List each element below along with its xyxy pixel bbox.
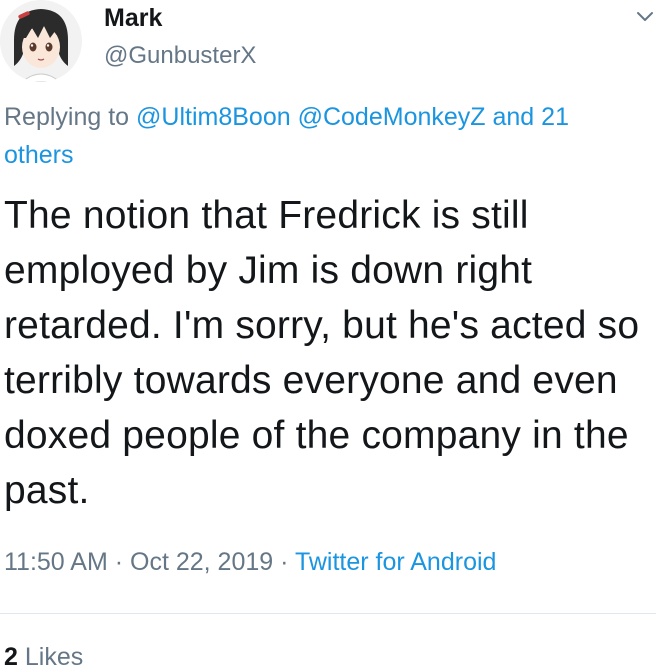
likes-label: Likes bbox=[24, 643, 84, 671]
tweet-date[interactable]: Oct 22, 2019 bbox=[130, 548, 273, 576]
replying-to: Replying to @Ultim8Boon @CodeMonkeyZ and… bbox=[4, 98, 644, 174]
replying-to-label: Replying to bbox=[4, 103, 130, 131]
tweet-meta: 11:50 AM · Oct 22, 2019 · Twitter for An… bbox=[4, 548, 496, 577]
tweet-time[interactable]: 11:50 AM bbox=[4, 548, 108, 576]
tweet-text: The notion that Fredrick is still employ… bbox=[4, 194, 640, 512]
likes-count: 2 bbox=[4, 643, 18, 671]
avatar-image bbox=[0, 0, 82, 82]
mention-link[interactable]: @Ultim8Boon bbox=[136, 103, 291, 131]
meta-separator: · bbox=[280, 548, 289, 576]
author-display-name[interactable]: Mark bbox=[104, 4, 162, 33]
author-handle[interactable]: @GunbusterX bbox=[104, 42, 256, 70]
mention-link[interactable]: @CodeMonkeyZ bbox=[298, 103, 486, 131]
divider bbox=[0, 613, 656, 614]
reply-connector: and bbox=[492, 103, 535, 131]
tweet-source-link[interactable]: Twitter for Android bbox=[295, 548, 496, 576]
likes-stat[interactable]: 2 Likes bbox=[4, 643, 83, 672]
avatar[interactable] bbox=[0, 0, 82, 82]
chevron-down-icon[interactable] bbox=[634, 6, 656, 28]
meta-separator: · bbox=[114, 548, 124, 576]
